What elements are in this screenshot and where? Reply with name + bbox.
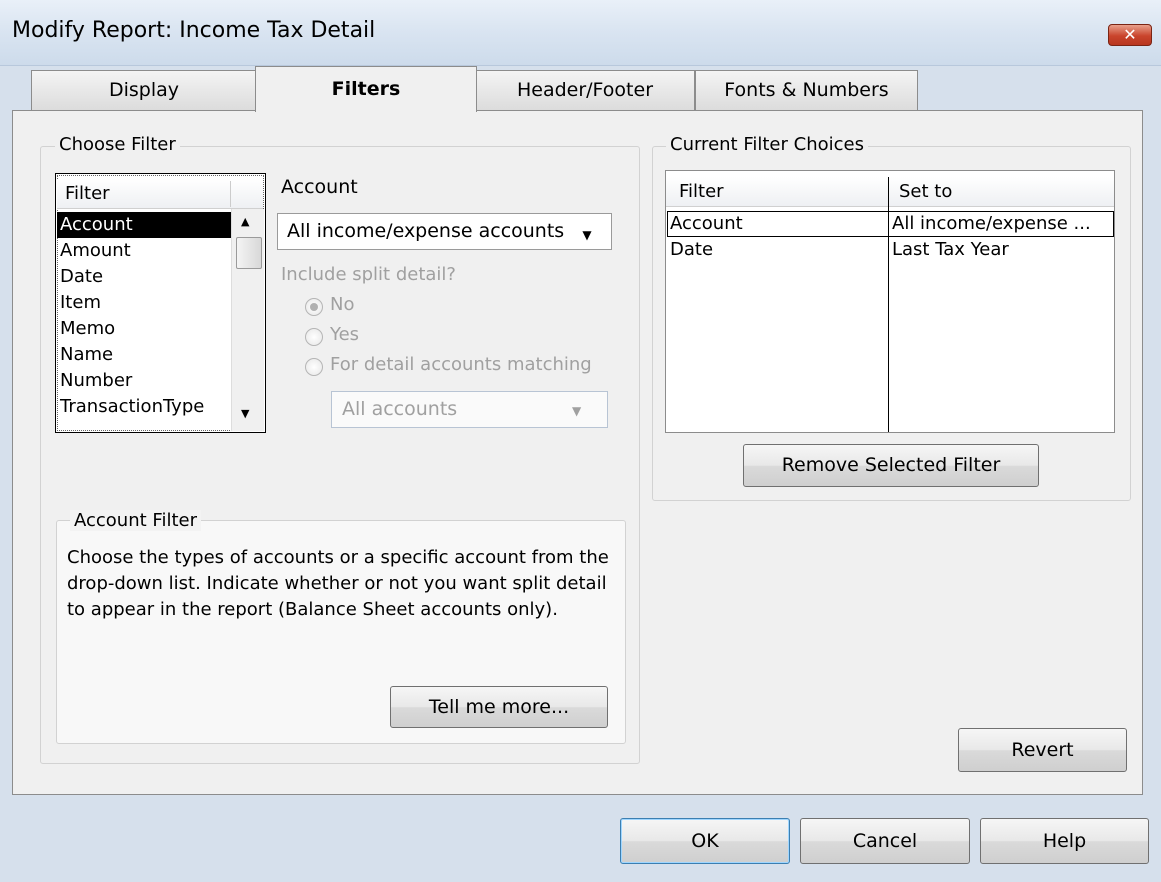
close-icon: ✕ (1123, 25, 1137, 44)
cancel-button[interactable]: Cancel (800, 818, 970, 864)
scroll-up-icon[interactable]: ▲ (241, 215, 249, 228)
row-set-to-cell: All income/expense ... (892, 213, 1091, 234)
close-button[interactable]: ✕ (1108, 24, 1152, 46)
tab-filters[interactable]: Filters (255, 66, 477, 112)
filter-item-number[interactable]: Number (60, 368, 230, 394)
filter-column-header: Filter (679, 181, 724, 202)
current-filter-header: Filter Set to (666, 177, 1114, 207)
filter-item-name[interactable]: Name (60, 342, 230, 368)
row-filter-cell: Date (670, 239, 714, 260)
tab-display[interactable]: Display (31, 70, 257, 110)
chevron-down-icon: ▼ (582, 228, 592, 242)
set-to-column-header: Set to (899, 181, 953, 202)
radio-no-label: No (330, 294, 355, 315)
account-filter-description: Choose the types of accounts or a specif… (67, 547, 609, 620)
scroll-thumb[interactable] (236, 237, 262, 269)
window-title: Modify Report: Income Tax Detail (12, 18, 376, 43)
tell-me-more-button[interactable]: Tell me more... (390, 686, 608, 728)
radio-no[interactable] (305, 298, 323, 316)
radio-matching[interactable] (305, 358, 323, 376)
radio-yes-label: Yes (330, 324, 360, 345)
current-filter-row[interactable]: Account All income/expense ... (667, 211, 1114, 237)
row-filter-cell: Account (670, 213, 743, 234)
chevron-down-icon: ▼ (572, 404, 582, 418)
matching-accounts-dropdown[interactable]: All accounts ▼ (331, 391, 608, 428)
scroll-down-icon[interactable]: ▼ (241, 407, 249, 420)
filter-item-transactiontype[interactable]: TransactionType (60, 394, 230, 420)
filter-item-memo[interactable]: Memo (60, 316, 230, 342)
radio-yes[interactable] (305, 328, 323, 346)
tab-fonts-numbers[interactable]: Fonts & Numbers (695, 70, 918, 110)
current-filter-table[interactable] (665, 170, 1115, 433)
choose-filter-legend: Choose Filter (55, 134, 180, 155)
ok-button[interactable]: OK (620, 818, 790, 864)
header-divider (230, 181, 231, 207)
filter-item-account[interactable]: Account (57, 212, 231, 238)
revert-button[interactable]: Revert (958, 728, 1127, 772)
filter-item-date[interactable]: Date (60, 264, 230, 290)
filter-list-scrollbar[interactable]: ▲ ▼ (231, 209, 264, 431)
row-set-to-cell: Last Tax Year (892, 239, 1009, 260)
account-type-dropdown[interactable]: All income/expense accounts ▼ (277, 213, 612, 250)
account-filter-legend: Account Filter (70, 510, 201, 531)
filter-column-header: Filter (65, 183, 110, 204)
filter-list-header: Filter (57, 179, 263, 209)
tab-header-footer[interactable]: Header/Footer (475, 70, 695, 110)
remove-selected-filter-button[interactable]: Remove Selected Filter (743, 444, 1039, 487)
current-filter-legend: Current Filter Choices (666, 134, 868, 155)
radio-matching-label: For detail accounts matching (330, 354, 592, 375)
filter-item-item[interactable]: Item (60, 290, 230, 316)
split-detail-label: Include split detail? (281, 264, 456, 285)
account-label: Account (281, 176, 358, 198)
current-filter-row[interactable]: Date Last Tax Year (667, 238, 1114, 264)
title-bar: Modify Report: Income Tax Detail ✕ (0, 0, 1161, 66)
help-button[interactable]: Help (980, 818, 1149, 864)
filter-item-amount[interactable]: Amount (60, 238, 230, 264)
